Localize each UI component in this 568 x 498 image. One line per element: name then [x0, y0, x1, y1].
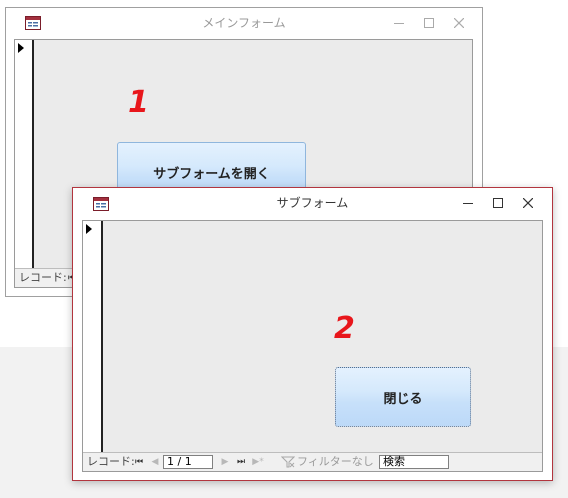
minimize-button[interactable]: [384, 8, 414, 38]
record-selector[interactable]: [83, 221, 103, 452]
filter-status[interactable]: フィルターなし: [297, 453, 374, 471]
close-icon[interactable]: [513, 188, 543, 218]
maximize-button[interactable]: [483, 188, 513, 218]
main-titlebar[interactable]: メインフォーム: [6, 8, 482, 38]
current-record-arrow-icon: [18, 43, 24, 53]
new-record-icon[interactable]: ▶*: [251, 457, 265, 467]
record-selector[interactable]: [15, 40, 34, 287]
maximize-button[interactable]: [414, 8, 444, 38]
sub-form-window: サブフォーム 閉じる レコード: ⏮ ◀ 1 / 1 ▶ ⏭ ▶* フィルターな…: [72, 187, 553, 481]
annotation-number: 2: [334, 311, 355, 346]
annotation-number: 1: [128, 85, 149, 120]
current-record-arrow-icon: [86, 224, 92, 234]
sub-form-body: 閉じる レコード: ⏮ ◀ 1 / 1 ▶ ⏭ ▶* フィルターなし 検索: [82, 220, 543, 472]
nav-label: レコード:: [87, 455, 135, 468]
close-icon[interactable]: [444, 8, 474, 38]
record-position-field[interactable]: 1 / 1: [163, 455, 213, 469]
previous-record-icon[interactable]: ◀: [150, 457, 160, 467]
minimize-button[interactable]: [453, 188, 483, 218]
record-navigation-bar: レコード: ⏮ ◀ 1 / 1 ▶ ⏭ ▶* フィルターなし 検索: [83, 452, 542, 471]
search-input[interactable]: 検索: [379, 455, 449, 469]
close-form-button[interactable]: 閉じる: [335, 367, 471, 427]
first-record-icon[interactable]: ⏮: [134, 457, 144, 467]
last-record-icon[interactable]: ⏭: [235, 457, 247, 467]
sub-titlebar[interactable]: サブフォーム: [73, 188, 552, 218]
next-record-icon[interactable]: ▶: [220, 457, 230, 467]
filter-icon: [280, 456, 296, 471]
nav-label: レコード:: [19, 271, 67, 284]
